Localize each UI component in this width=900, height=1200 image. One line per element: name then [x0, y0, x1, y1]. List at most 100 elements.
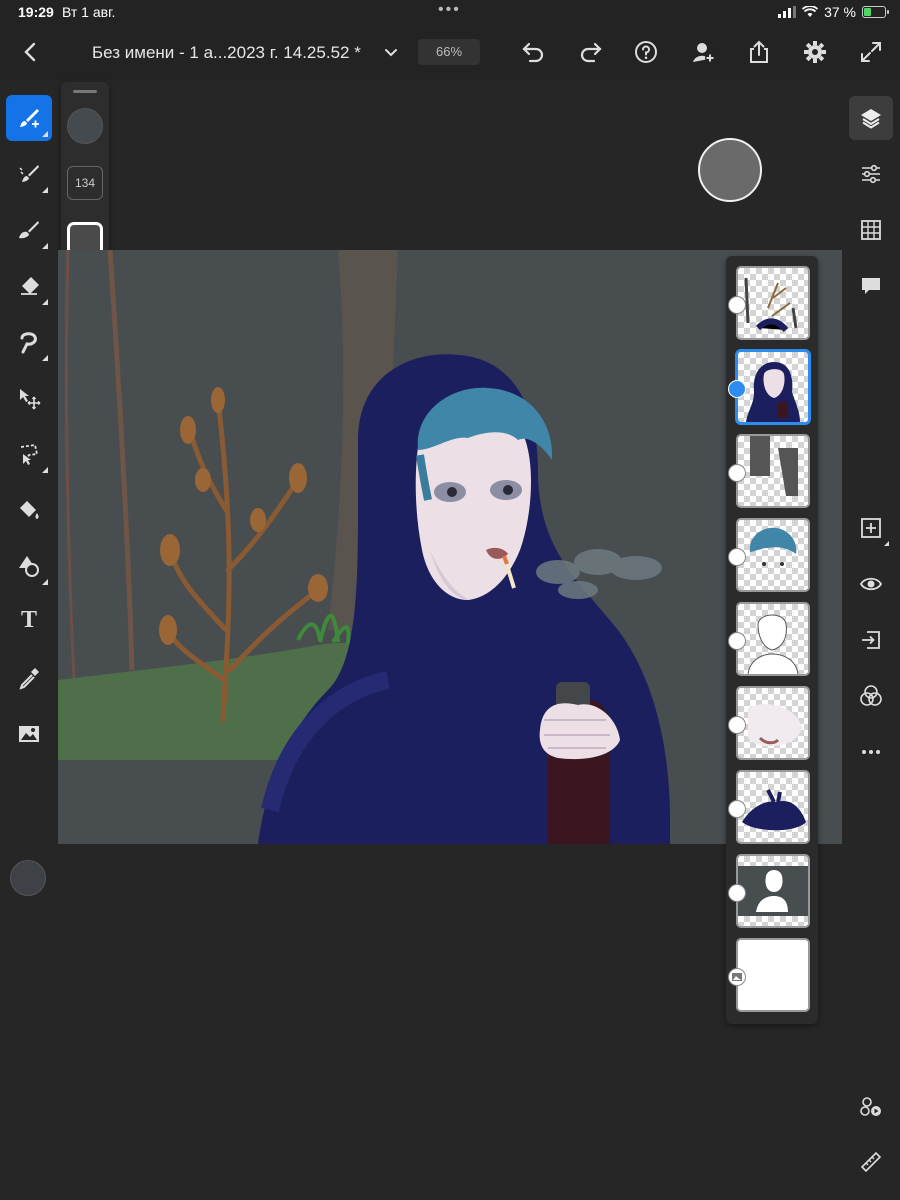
status-bar: 19:29 Вт 1 авг. ••• 37 %: [0, 0, 900, 24]
comments-icon: [862, 278, 880, 294]
eraser-icon: [21, 277, 39, 295]
layers-button[interactable]: [849, 96, 893, 140]
image-layer-icon: [728, 968, 746, 986]
layer-thumbnail[interactable]: [736, 266, 810, 340]
pixel-layer-icon: [728, 632, 746, 650]
layers-icon: [861, 109, 881, 129]
layer-preview: [744, 277, 798, 332]
battery-icon: [862, 6, 889, 18]
pixel-layer-icon: [728, 548, 746, 566]
layer-thumbnail[interactable]: [736, 518, 810, 592]
import-icon: [862, 631, 880, 649]
lasso-select-icon: [20, 443, 39, 465]
artwork-canvas[interactable]: [58, 250, 842, 844]
layers-panel: [726, 256, 818, 1024]
layer-preview: [749, 527, 797, 566]
fill-tool[interactable]: [6, 487, 52, 533]
touch-shortcut-button[interactable]: [698, 138, 762, 202]
color-picker-swatch[interactable]: [10, 860, 46, 896]
status-right: 37 %: [778, 4, 889, 20]
shape-icon: [19, 556, 39, 577]
pixel-layer-icon: [728, 800, 746, 818]
chevron-down-icon[interactable]: [382, 43, 400, 61]
livestream-button[interactable]: [849, 1084, 893, 1128]
add-layer-button[interactable]: [849, 506, 893, 550]
visibility-button[interactable]: [849, 562, 893, 606]
text-tool-label: T: [20, 607, 37, 633]
signal-icon: [778, 6, 797, 18]
blend-icon: [860, 685, 882, 706]
layer-preview: [747, 614, 799, 674]
fullscreen-icon[interactable]: [858, 39, 884, 65]
more-icon: [862, 750, 880, 754]
add-layer-icon: [861, 518, 881, 538]
brush-color-swatch[interactable]: [67, 108, 103, 144]
submenu-indicator: [42, 579, 48, 585]
undo-icon[interactable]: [520, 39, 546, 65]
pixel-layer-icon: [728, 296, 746, 314]
paint-brush-tool[interactable]: [6, 95, 52, 141]
shape-tool[interactable]: [6, 543, 52, 589]
settings-icon[interactable]: [802, 39, 828, 65]
redo-icon[interactable]: [578, 39, 604, 65]
layer-thumbnail[interactable]: [736, 686, 810, 760]
submenu-indicator: [884, 541, 889, 546]
paint-bucket-icon: [20, 501, 39, 519]
background-layer-thumbnail[interactable]: [736, 938, 810, 1012]
layer-preview: [748, 704, 802, 747]
submenu-indicator: [42, 131, 48, 137]
submenu-indicator: [42, 299, 48, 305]
brush-size[interactable]: 134: [67, 166, 103, 200]
left-toolbar: T: [0, 80, 58, 1200]
move-tool[interactable]: [6, 375, 52, 421]
place-image-tool[interactable]: [6, 711, 52, 757]
layer-thumbnail-selected[interactable]: [736, 350, 810, 424]
zoom-level[interactable]: 66%: [418, 39, 480, 65]
pixel-layer-icon: [728, 884, 746, 902]
status-date: Вт 1 авг.: [62, 4, 116, 20]
layer-thumbnail[interactable]: [736, 770, 810, 844]
layer-preview: [742, 789, 806, 831]
adjustments-button[interactable]: [849, 152, 893, 196]
text-tool[interactable]: T: [6, 599, 52, 645]
status-time: 19:29: [18, 4, 54, 20]
livestream-icon: [860, 1097, 881, 1116]
ruler-button[interactable]: [849, 1140, 893, 1184]
blend-mode-button[interactable]: [849, 674, 893, 718]
eyedropper-tool[interactable]: [6, 655, 52, 701]
battery-level: [864, 8, 872, 16]
document-title[interactable]: Без имени - 1 а...2023 г. 14.25.52 *: [92, 43, 361, 63]
layer-preview: [746, 362, 800, 422]
share-icon[interactable]: [746, 39, 772, 65]
drag-handle[interactable]: [73, 90, 97, 93]
brush-icon: [19, 165, 39, 182]
import-button[interactable]: [849, 618, 893, 662]
comments-button[interactable]: [849, 264, 893, 308]
layer-preview: [750, 436, 798, 496]
submenu-indicator: [42, 243, 48, 249]
more-button[interactable]: [849, 730, 893, 774]
smudge-tool[interactable]: [6, 207, 52, 253]
selection-tool[interactable]: [6, 431, 52, 477]
image-icon: [19, 726, 39, 742]
wifi-icon: [802, 6, 819, 17]
eraser-tool[interactable]: [6, 263, 52, 309]
move-icon: [20, 389, 41, 410]
pixel-layer-icon: [728, 716, 746, 734]
brush-tool[interactable]: [6, 151, 52, 197]
lasso-fill-tool[interactable]: [6, 319, 52, 365]
smudge-icon: [19, 221, 39, 239]
image-icon: [732, 973, 742, 981]
layer-thumbnail[interactable]: [736, 854, 810, 928]
submenu-indicator: [42, 187, 48, 193]
grid-button[interactable]: [849, 208, 893, 252]
multitasking-dots[interactable]: •••: [438, 1, 461, 19]
back-icon[interactable]: [18, 38, 42, 66]
invite-icon[interactable]: [690, 39, 716, 65]
top-bar: Без имени - 1 а...2023 г. 14.25.52 * 66%: [0, 24, 900, 80]
layer-thumbnail[interactable]: [736, 434, 810, 508]
pixel-layer-icon-selected: [728, 380, 746, 398]
help-icon[interactable]: [633, 39, 659, 65]
submenu-indicator: [42, 467, 48, 473]
layer-thumbnail[interactable]: [736, 602, 810, 676]
